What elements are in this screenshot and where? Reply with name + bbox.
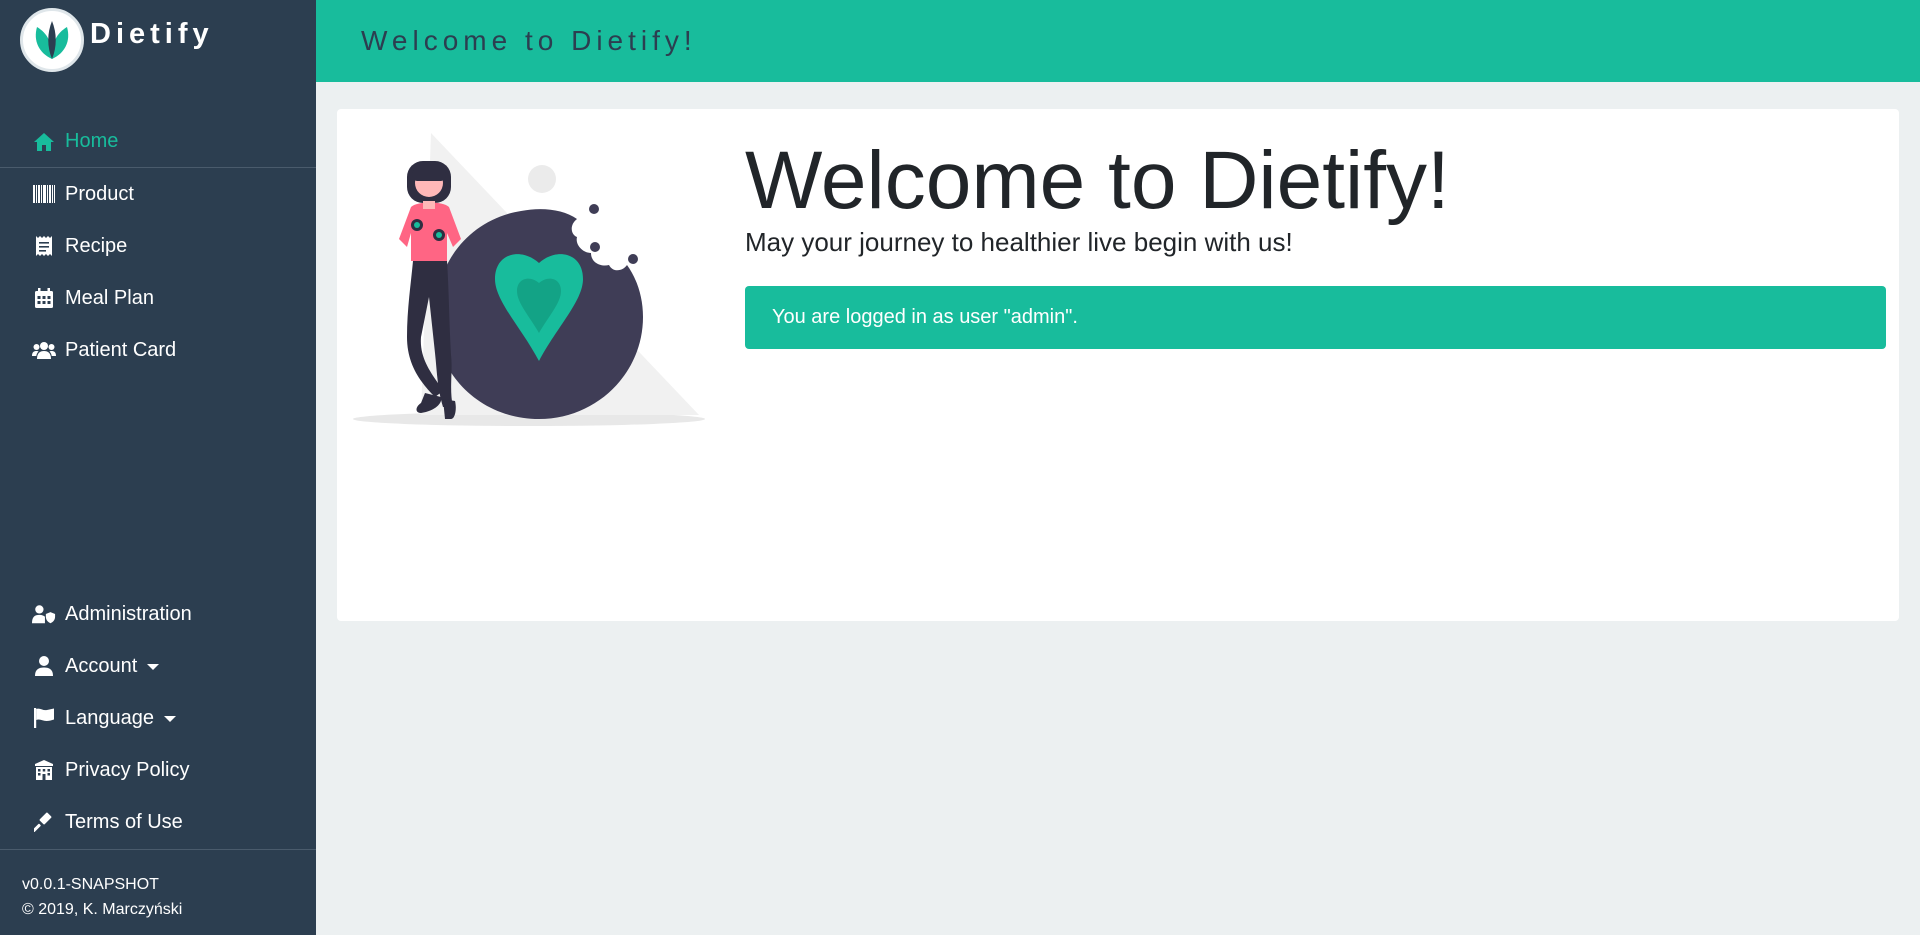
- sidebar-item-label: Privacy Policy: [65, 758, 190, 781]
- caret-down-icon: [147, 664, 160, 670]
- home-icon: [32, 130, 56, 154]
- sidebar-item-label: Meal Plan: [65, 286, 154, 309]
- welcome-heading: Welcome to Dietify!: [745, 135, 1450, 226]
- sidebar-item-recipe[interactable]: Recipe: [0, 220, 316, 272]
- page-header: Welcome to Dietify!: [316, 0, 1920, 82]
- copyright-label: © 2019, K. Marczyński: [22, 901, 183, 918]
- receipt-icon: [32, 234, 56, 258]
- version-label: v0.0.1-SNAPSHOT: [22, 876, 159, 893]
- sidebar-item-home[interactable]: Home: [0, 116, 316, 168]
- sidebar-item-label: Terms of Use: [65, 810, 183, 833]
- sidebar-footer: v0.0.1-SNAPSHOT © 2019, K. Marczyński: [22, 872, 182, 922]
- welcome-card: Welcome to Dietify! May your journey to …: [337, 109, 1899, 621]
- sidebar-item-terms-of-use[interactable]: Terms of Use: [0, 796, 316, 848]
- page-title: Welcome to Dietify!: [361, 25, 697, 56]
- sidebar-divider: [0, 849, 316, 850]
- barcode-icon: [32, 182, 56, 206]
- sidebar-item-label: Account: [65, 654, 138, 677]
- user-icon: [32, 654, 56, 678]
- welcome-illustration: [351, 121, 707, 431]
- sidebar-item-administration[interactable]: Administration: [0, 588, 316, 640]
- login-status-alert: You are logged in as user "admin".: [745, 286, 1886, 349]
- sidebar-item-privacy-policy[interactable]: Privacy Policy: [0, 744, 316, 796]
- sidebar: Dietify Home Product Recipe Meal Plan Pa…: [0, 0, 316, 935]
- sidebar-item-patient-card[interactable]: Patient Card: [0, 324, 316, 376]
- secondary-nav: Administration Account Language Privacy …: [0, 588, 316, 848]
- calendar-icon: [32, 286, 56, 310]
- gavel-icon: [32, 810, 56, 834]
- sidebar-item-label: Patient Card: [65, 338, 177, 361]
- sidebar-item-product[interactable]: Product: [0, 168, 316, 220]
- sidebar-item-meal-plan[interactable]: Meal Plan: [0, 272, 316, 324]
- login-status-text: You are logged in as user "admin".: [772, 306, 1078, 328]
- building-icon: [32, 758, 56, 782]
- sidebar-item-label: Home: [65, 130, 119, 152]
- welcome-subtitle: May your journey to healthier live begin…: [745, 227, 1293, 257]
- users-icon: [32, 338, 56, 362]
- caret-down-icon: [163, 716, 176, 722]
- brand[interactable]: Dietify: [20, 8, 214, 72]
- sidebar-item-label: Recipe: [65, 234, 128, 257]
- brand-name: Dietify: [90, 17, 214, 50]
- sidebar-item-label: Administration: [65, 602, 192, 625]
- sidebar-item-account[interactable]: Account: [0, 640, 316, 692]
- sidebar-item-language[interactable]: Language: [0, 692, 316, 744]
- logo-icon: [20, 8, 84, 72]
- user-shield-icon: [32, 602, 56, 626]
- sidebar-item-label: Language: [65, 706, 154, 729]
- primary-nav: Home Product Recipe Meal Plan Patient Ca…: [0, 116, 316, 376]
- sidebar-item-label: Product: [65, 182, 134, 205]
- flag-icon: [32, 706, 56, 730]
